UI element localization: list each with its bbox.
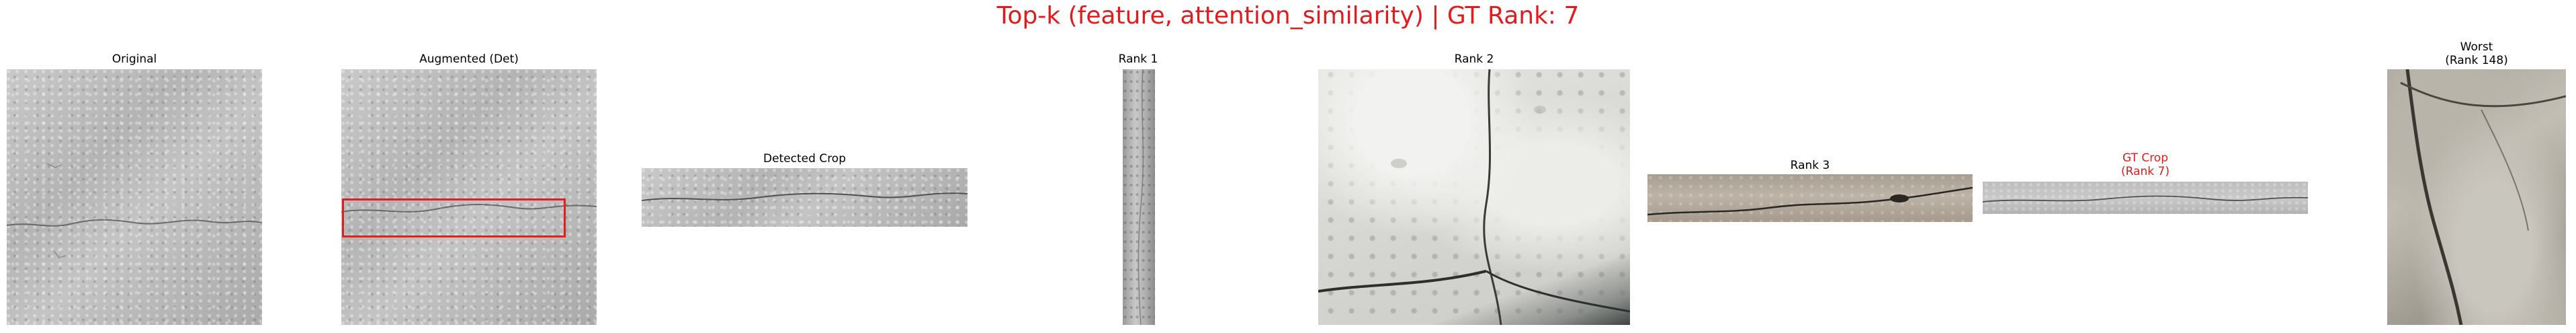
rank3-image: [1647, 174, 1973, 222]
panel-title-worst: Worst (Rank 148): [2445, 40, 2508, 67]
panel-title-gt-crop: GT Crop (Rank 7): [2121, 151, 2170, 178]
detected-crop-image: [642, 168, 968, 227]
panel-title-augmented: Augmented (Det): [419, 52, 519, 66]
panel-title-detected-crop: Detected Crop: [763, 152, 847, 165]
worst-image: [2387, 69, 2566, 325]
panel-title-rank2: Rank 2: [1454, 52, 1494, 66]
detection-bounding-box: [342, 198, 566, 237]
rank3-crack: [1647, 186, 1973, 216]
gt-crop-image: [1983, 182, 2308, 214]
rank2-image: [1318, 69, 1630, 325]
panel-title-rank3: Rank 3: [1790, 159, 1830, 172]
augmented-crack-path: [341, 204, 597, 213]
panel-title-original: Original: [112, 52, 157, 66]
panel-title-rank1: Rank 1: [1118, 52, 1158, 66]
augmented-image: [341, 69, 597, 325]
rank1-image: [1123, 69, 1155, 325]
crack-path: [7, 163, 262, 258]
gt-crop-crack: [1983, 195, 2308, 202]
figure-suptitle: Top-k (feature, attention_similarity) | …: [996, 2, 1580, 30]
original-image: [7, 69, 262, 325]
worst-crack: [2400, 69, 2566, 325]
rank2-crack: [1318, 69, 1630, 325]
detected-crop-crack: [642, 192, 968, 201]
rank1-crack: [1137, 69, 1144, 325]
